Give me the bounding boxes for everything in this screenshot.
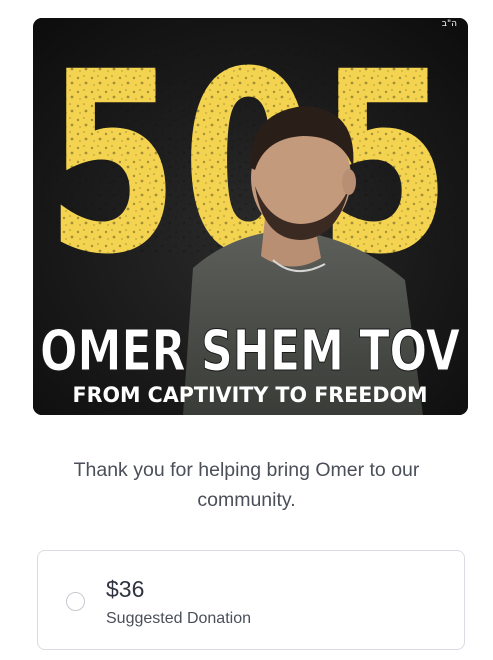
name-banner: OMER SHEM TOV: [40, 319, 461, 384]
donation-radio-button[interactable]: [66, 592, 85, 611]
donation-amount: $36: [106, 576, 145, 602]
corner-mark: ה"ב: [442, 19, 457, 29]
hero-graphic: 505 OMER SHEM TOV FROM CAPTIVITY TO FREE…: [33, 18, 468, 415]
hero-image: 505 OMER SHEM TOV FROM CAPTIVITY TO FREE…: [33, 18, 468, 415]
donation-option-card[interactable]: $36 Suggested Donation: [37, 550, 465, 650]
thank-you-message: Thank you for helping bring Omer to our …: [73, 459, 420, 511]
tagline: FROM CAPTIVITY TO FREEDOM: [73, 383, 428, 407]
donation-label: Suggested Donation: [106, 610, 251, 627]
